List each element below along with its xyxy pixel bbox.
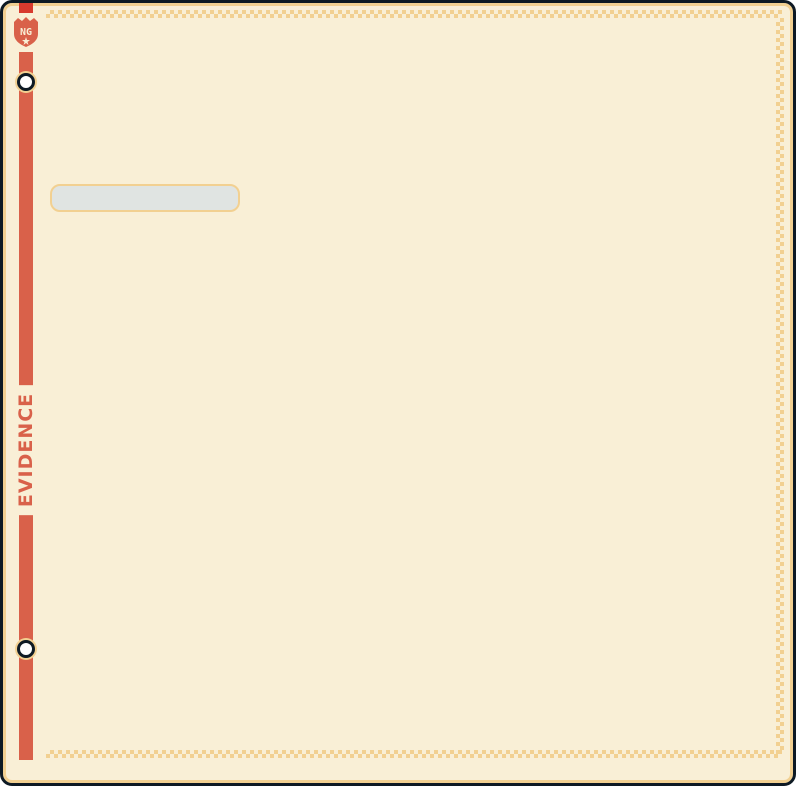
logo-text: NG (20, 27, 32, 38)
right-checker-border (776, 18, 784, 754)
top-checker-border (46, 10, 782, 18)
evidence-panel (0, 0, 796, 786)
bottom-checker-border (46, 750, 782, 758)
sidebar-label: EVIDENCE (15, 384, 37, 516)
binder-hole-top (17, 73, 35, 91)
binder-hole-bottom (17, 640, 35, 658)
shield-star-icon: NG (14, 17, 38, 47)
binder-rail-top (19, 3, 33, 13)
text-field[interactable] (50, 184, 240, 212)
